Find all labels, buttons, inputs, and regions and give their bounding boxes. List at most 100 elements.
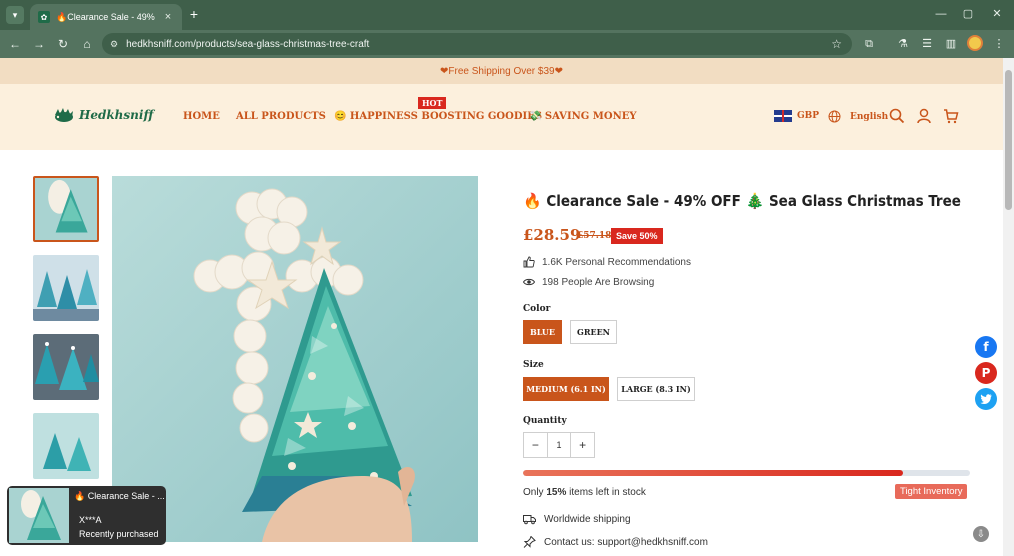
thumbnail-pair-image [33, 413, 99, 479]
browser-tab[interactable]: ✿ 🔥Clearance Sale - 49% OFF🎄 × [30, 4, 182, 30]
product-price: £28.59 [523, 226, 581, 244]
reload-icon[interactable]: ↻ [54, 35, 72, 53]
product-thumbnail-3[interactable] [33, 334, 99, 400]
product-main-image[interactable] [112, 176, 478, 542]
color-option-green[interactable]: GREEN [570, 320, 617, 344]
size-option-large[interactable]: LARGE (8.3 IN) [617, 377, 695, 401]
product-old-price: £57.18 [577, 231, 612, 241]
stock-prefix: Only [523, 487, 544, 498]
contact-feature: Contact us: support@hedkhsniff.com [523, 536, 708, 548]
stock-percent: 15% [546, 487, 567, 498]
maximize-icon[interactable]: ▢ [959, 6, 977, 22]
size-label: Size [523, 360, 544, 370]
announcement-bar: ❤Free Shipping Over $39❤ [0, 58, 1003, 84]
new-tab-button[interactable]: + [186, 6, 202, 22]
tab-title: 🔥Clearance Sale - 49% OFF🎄 [56, 11, 156, 22]
product-thumbnail-4[interactable] [33, 413, 99, 479]
language-selector[interactable]: English [828, 110, 888, 123]
back-icon[interactable]: ← [6, 35, 24, 53]
labs-flask-icon[interactable]: ⚗ [894, 35, 912, 53]
globe-icon [828, 110, 841, 123]
product-thumbnail-2[interactable] [33, 255, 99, 321]
profile-avatar[interactable] [967, 35, 983, 51]
nav-happiness-goodies[interactable]: 😊 HAPPINESS BOOSTING GOODIES [334, 111, 542, 122]
eye-icon [523, 278, 535, 286]
browsing-stat: 198 People Are Browsing [523, 276, 654, 288]
currency-label: GBP [797, 111, 820, 121]
popup-title: 🔥 Clearance Sale - ... [74, 491, 165, 501]
nav-all-products[interactable]: ALL PRODUCTS [236, 111, 326, 122]
quantity-decrease-button[interactable]: − [524, 433, 547, 457]
thumbnail-trees-image [33, 255, 99, 321]
quantity-stepper: − 1 + [523, 432, 595, 458]
browser-toolbar: ← → ↻ ⌂ ⚙ hedkhsniff.com/products/sea-gl… [0, 30, 1014, 58]
quantity-input[interactable]: 1 [546, 433, 572, 457]
url-text: hedkhsniff.com/products/sea-glass-christ… [126, 38, 370, 50]
recent-purchase-popup[interactable]: 🔥 Clearance Sale - ... X***A Recently pu… [7, 486, 166, 545]
site-logo[interactable]: Hedkhsniff [52, 106, 153, 124]
save-badge: Save 50% [611, 228, 663, 244]
nav-saving-money[interactable]: 💸 SAVING MONEY [529, 111, 636, 122]
size-option-medium[interactable]: MEDIUM (6.1 IN) [523, 377, 609, 401]
shipping-text: Worldwide shipping [544, 513, 631, 525]
color-option-blue[interactable]: BLUE [523, 320, 562, 344]
twitter-share-icon[interactable] [975, 388, 997, 410]
stock-progress-bar [523, 470, 970, 476]
browser-tab-bar: ▾ ✿ 🔥Clearance Sale - 49% OFF🎄 × + — ▢ ✕ [0, 0, 1014, 30]
site-favicon-icon: ✿ [38, 11, 50, 23]
forward-icon[interactable]: → [30, 35, 48, 53]
nav-home[interactable]: HOME [183, 111, 220, 122]
quantity-label: Quantity [523, 416, 567, 426]
facebook-share-icon[interactable]: f [975, 336, 997, 358]
tab-search-icon[interactable]: ▾ [6, 6, 24, 24]
browser-menu-icon[interactable]: ⋮ [990, 35, 1008, 53]
bookmark-star-icon[interactable]: ☆ [831, 37, 842, 51]
minimize-icon[interactable]: — [932, 6, 950, 22]
page-scrollbar[interactable] [1003, 58, 1014, 556]
language-label: English [850, 111, 889, 122]
popup-status: Recently purchased [79, 529, 159, 539]
logo-hedgehog-icon [55, 108, 73, 122]
side-panel-icon[interactable]: ▥ [942, 35, 960, 53]
account-icon[interactable] [916, 108, 932, 124]
reading-list-icon[interactable]: ☰ [918, 35, 936, 53]
color-label: Color [523, 304, 551, 314]
popup-buyer: X***A [79, 515, 102, 525]
logo-text: Hedkhsniff [79, 108, 154, 122]
tight-inventory-badge: Tight Inventory [895, 484, 968, 499]
pin-icon [523, 536, 536, 548]
pinterest-share-icon[interactable]: P [975, 362, 997, 384]
hot-badge: HOT [418, 97, 447, 109]
thumbnail-trees-lit-image [33, 334, 99, 400]
scrollbar-thumb[interactable] [1005, 70, 1012, 210]
sea-glass-tree-image [112, 176, 478, 542]
extensions-icon[interactable]: ⧉ [860, 35, 878, 53]
uk-flag-icon [774, 110, 792, 122]
truck-icon [523, 515, 536, 525]
site-info-icon[interactable]: ⚙ [110, 39, 118, 50]
twitter-bird-icon [980, 394, 992, 404]
thumbs-up-icon [523, 256, 535, 268]
site-header: Hedkhsniff HOME ALL PRODUCTS 😊 HAPPINESS… [0, 84, 1003, 150]
browsing-text: 198 People Are Browsing [542, 276, 655, 288]
close-tab-icon[interactable]: × [162, 11, 174, 23]
stock-progress-fill [523, 470, 903, 476]
shipping-feature: Worldwide shipping [523, 513, 631, 525]
product-title: 🔥 Clearance Sale - 49% OFF 🎄 Sea Glass C… [523, 192, 961, 210]
thumbnail-tree-image [35, 178, 97, 240]
search-icon[interactable] [889, 108, 905, 124]
quantity-increase-button[interactable]: + [571, 433, 594, 457]
home-icon[interactable]: ⌂ [78, 35, 96, 53]
cart-icon[interactable] [943, 108, 959, 124]
currency-selector[interactable]: GBP [774, 110, 819, 122]
product-thumbnail-1[interactable] [33, 176, 99, 242]
popup-product-image [9, 488, 69, 543]
recommendations-text: 1.6K Personal Recommendations [542, 256, 691, 268]
stock-text: Only 15% items left in stock [523, 487, 646, 498]
address-bar[interactable]: ⚙ hedkhsniff.com/products/sea-glass-chri… [102, 33, 852, 55]
contact-text[interactable]: Contact us: support@hedkhsniff.com [544, 537, 708, 548]
close-window-icon[interactable]: ✕ [988, 6, 1006, 22]
scroll-down-icon[interactable]: ⇩ [973, 526, 989, 542]
stock-suffix: items left in stock [569, 487, 646, 498]
recommendations-stat: 1.6K Personal Recommendations [523, 256, 691, 268]
